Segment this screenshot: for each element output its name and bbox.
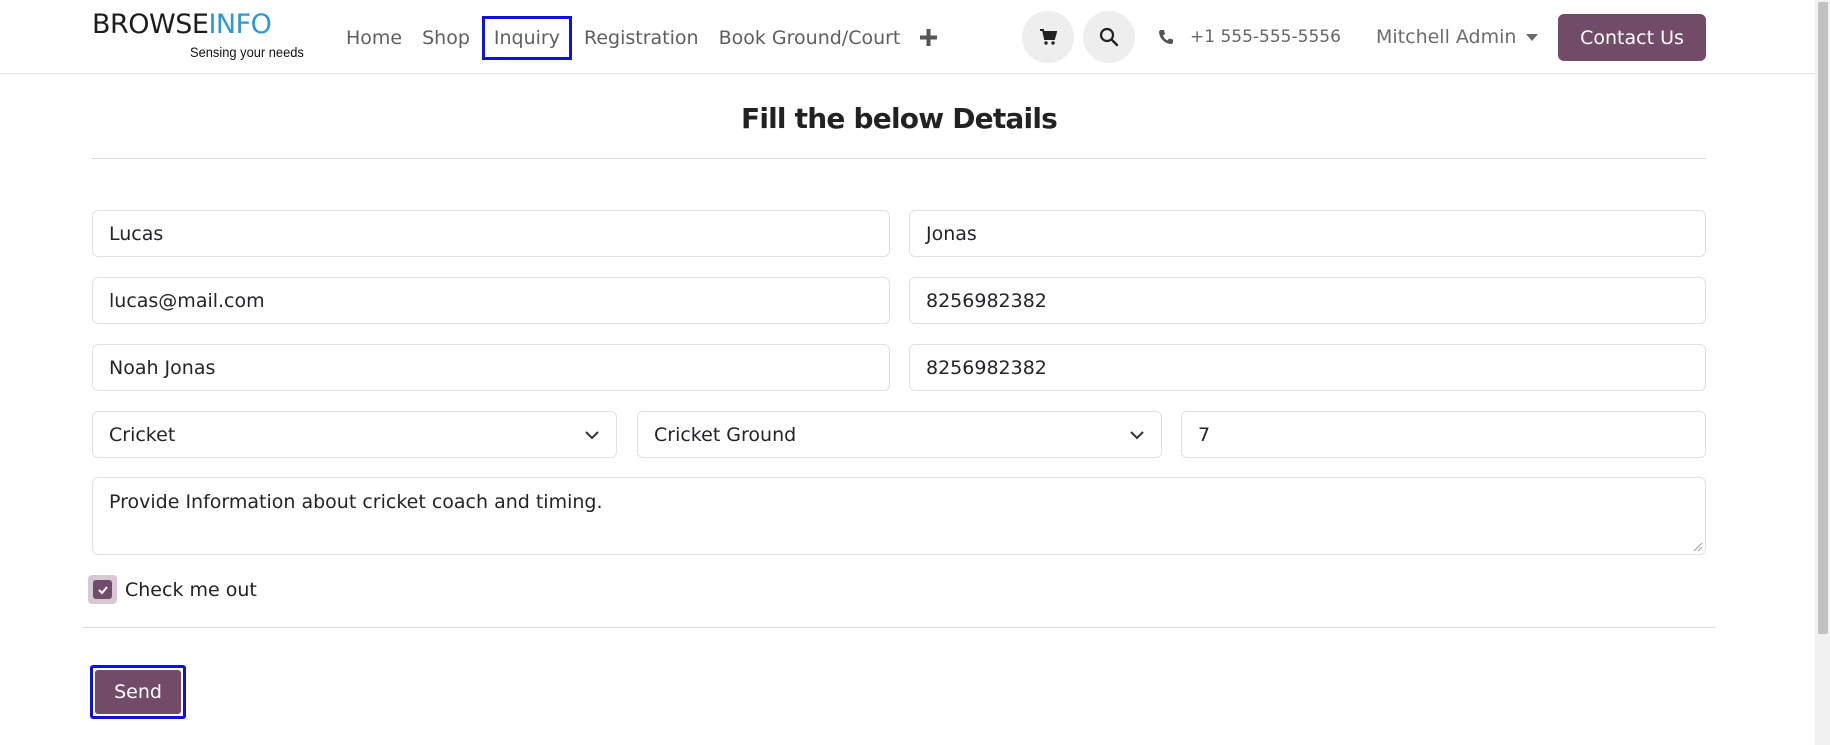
browseinfo-logo[interactable]: BROWSEINFO Sensing your needs — [92, 10, 312, 62]
count-input[interactable]: 7 — [1181, 411, 1706, 458]
guardian-name-input[interactable]: Noah Jonas — [92, 344, 890, 391]
divider — [82, 627, 1716, 628]
search-icon — [1099, 27, 1119, 47]
nav-item-registration[interactable]: Registration — [574, 16, 709, 60]
check-icon — [97, 585, 108, 594]
contact-us-button[interactable]: Contact Us — [1558, 14, 1706, 61]
user-name: Mitchell Admin — [1376, 26, 1517, 48]
sport-select[interactable]: Cricket — [92, 411, 617, 458]
search-button[interactable] — [1083, 11, 1135, 63]
logo-blue-text: INFO — [208, 9, 272, 40]
logo-tagline: Sensing your needs — [190, 44, 304, 60]
sport-select-value: Cricket — [109, 423, 176, 446]
user-menu[interactable]: Mitchell Admin — [1376, 22, 1539, 52]
form-title: Fill the below Details — [741, 102, 1058, 135]
ground-select[interactable]: Cricket Ground — [637, 411, 1162, 458]
last-name-input[interactable]: Jonas — [909, 210, 1706, 257]
message-textarea[interactable]: Provide Information about cricket coach … — [92, 477, 1706, 555]
logo-text: BROWSEINFO — [92, 9, 272, 40]
checkmark-box — [93, 580, 112, 599]
plus-icon[interactable] — [910, 16, 947, 60]
phone-contact[interactable]: +1 555-555-5556 — [1158, 22, 1341, 52]
logo-dark-text: BROWSE — [92, 9, 209, 40]
guardian-phone-input[interactable]: 8256982382 — [909, 344, 1706, 391]
nav-item-shop[interactable]: Shop — [412, 16, 480, 60]
caret-down-icon — [1526, 33, 1539, 41]
cart-button[interactable] — [1022, 11, 1074, 63]
send-button[interactable]: Send — [95, 670, 181, 714]
nav-item-inquiry[interactable]: Inquiry — [481, 16, 572, 60]
nav-item-home[interactable]: Home — [336, 16, 412, 60]
resize-handle-icon[interactable] — [1693, 542, 1703, 552]
check-me-out-checkbox[interactable] — [88, 575, 117, 604]
cart-icon — [1040, 29, 1057, 45]
phone-icon — [1159, 30, 1173, 44]
main-nav: Home Shop Inquiry Registration Book Grou… — [336, 16, 947, 60]
divider — [92, 158, 1706, 159]
page-scrollbar[interactable] — [1815, 0, 1830, 745]
first-name-input[interactable]: Lucas — [92, 210, 890, 257]
chevron-down-icon — [1130, 430, 1144, 439]
scrollbar-thumb[interactable] — [1818, 2, 1828, 634]
email-input[interactable]: lucas@mail.com — [92, 277, 890, 324]
message-text: Provide Information about cricket coach … — [109, 491, 603, 513]
chevron-down-icon — [585, 430, 599, 439]
nav-item-book-ground-court[interactable]: Book Ground/Court — [709, 16, 911, 60]
site-header: BROWSEINFO Sensing your needs Home Shop … — [0, 0, 1815, 74]
check-me-out-row: Check me out — [88, 575, 257, 604]
ground-select-value: Cricket Ground — [654, 423, 797, 446]
phone-input[interactable]: 8256982382 — [909, 277, 1706, 324]
send-button-focus-ring[interactable]: Send — [90, 665, 186, 719]
check-me-out-label[interactable]: Check me out — [125, 579, 257, 601]
phone-number: +1 555-555-5556 — [1190, 27, 1341, 47]
